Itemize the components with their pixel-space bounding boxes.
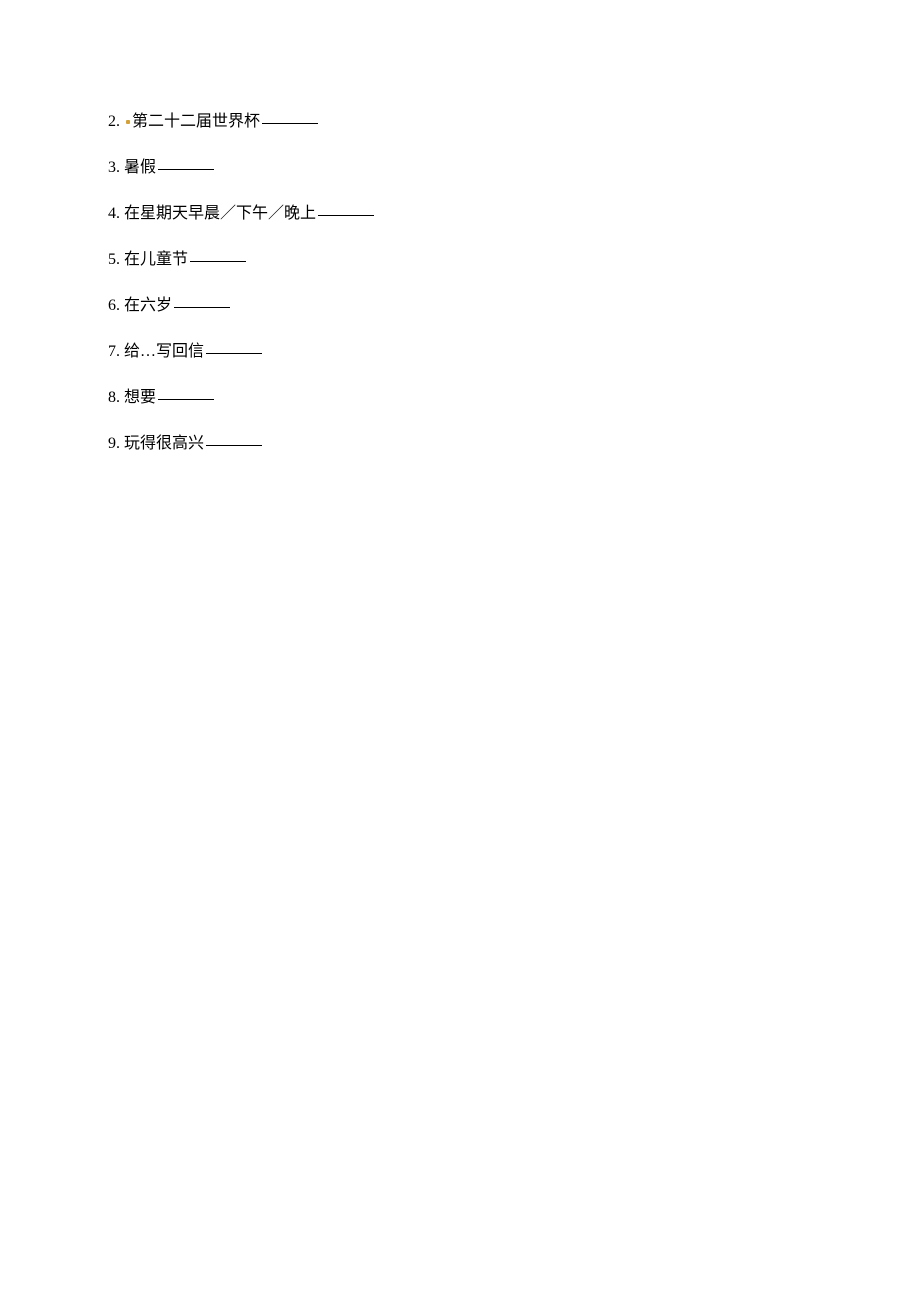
item-text: 想要 (124, 389, 156, 406)
answer-blank[interactable] (206, 430, 262, 446)
question-item: 9. 玩得很高兴 (108, 432, 920, 456)
answer-blank[interactable] (174, 292, 230, 308)
item-text: 在儿童节 (124, 251, 188, 268)
item-text: 玩得很高兴 (124, 435, 204, 452)
question-item: 2. 第二十二届世界杯 (108, 110, 920, 134)
highlight-dot-icon (126, 120, 130, 124)
answer-blank[interactable] (262, 108, 318, 124)
question-item: 7. 给…写回信 (108, 340, 920, 364)
question-item: 3. 暑假 (108, 156, 920, 180)
item-number: 2. (108, 110, 120, 134)
question-item: 4. 在星期天早晨／下午／晚上 (108, 202, 920, 226)
item-number: 3. (108, 156, 120, 180)
item-number: 7. (108, 340, 120, 364)
answer-blank[interactable] (318, 200, 374, 216)
item-text: 在星期天早晨／下午／晚上 (124, 205, 316, 222)
item-text: 给…写回信 (124, 343, 204, 360)
question-item: 8. 想要 (108, 386, 920, 410)
item-text: 第二十二届世界杯 (132, 113, 260, 130)
answer-blank[interactable] (206, 338, 262, 354)
item-number: 8. (108, 386, 120, 410)
item-number: 9. (108, 432, 120, 456)
question-item: 6. 在六岁 (108, 294, 920, 318)
question-item: 5. 在儿童节 (108, 248, 920, 272)
item-number: 4. (108, 202, 120, 226)
answer-blank[interactable] (158, 384, 214, 400)
item-text: 暑假 (124, 159, 156, 176)
item-text: 在六岁 (124, 297, 172, 314)
answer-blank[interactable] (158, 154, 214, 170)
item-number: 6. (108, 294, 120, 318)
answer-blank[interactable] (190, 246, 246, 262)
question-list: 2. 第二十二届世界杯 3. 暑假 4. 在星期天早晨／下午／晚上 5. 在儿童节 6.… (108, 110, 920, 456)
item-number: 5. (108, 248, 120, 272)
